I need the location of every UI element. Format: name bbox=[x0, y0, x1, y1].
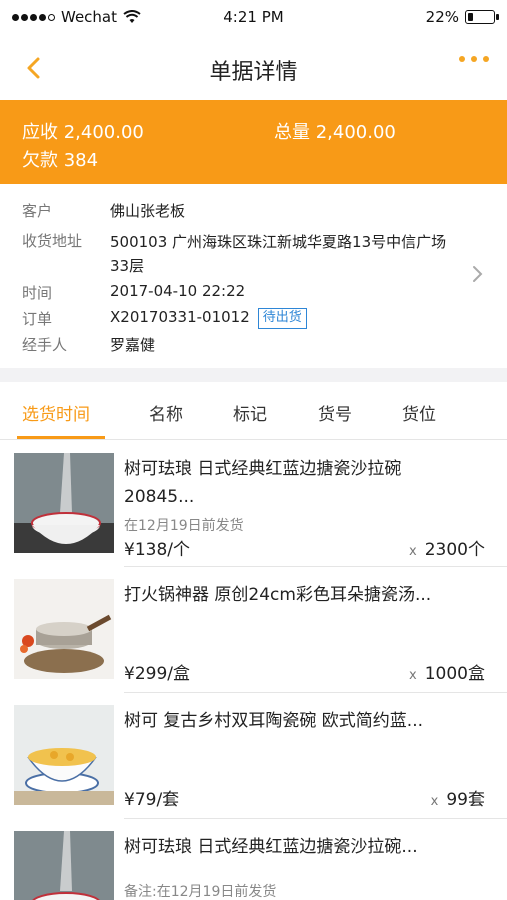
product-quantity: x 2300个 bbox=[409, 535, 485, 560]
time-row: 时间 2017-04-10 22:22 bbox=[22, 282, 245, 303]
address-label: 收货地址 bbox=[22, 232, 83, 250]
total-quantity: 总量 2,400.00 bbox=[274, 122, 396, 143]
product-name: 树可珐琅 日式经典红蓝边搪瓷沙拉碗 20845... bbox=[124, 459, 402, 507]
product-name: 打火锅神器 原创24cm彩色耳朵搪瓷汤... bbox=[124, 585, 432, 605]
address-row: 收货地址 500103 广州海珠区珠江新城华夏路13号中信广场33层 bbox=[22, 230, 450, 278]
time-value: 2017-04-10 22:22 bbox=[110, 282, 246, 300]
tab-item-number[interactable]: 货号 bbox=[318, 400, 352, 425]
order-info-card[interactable]: 客户 佛山张老板 收货地址 500103 广州海珠区珠江新城华夏路13号中信广场… bbox=[0, 184, 507, 368]
product-price: ¥79/套 bbox=[124, 790, 180, 810]
customer-value: 佛山张老板 bbox=[110, 202, 186, 220]
tab-name[interactable]: 名称 bbox=[149, 400, 183, 425]
amount-summary: 应收 2,400.00 总量 2,400.00 欠款 384 bbox=[0, 100, 507, 184]
quantity-multiplier: x bbox=[430, 794, 439, 809]
page-title: 单据详情 bbox=[209, 60, 298, 85]
sort-tabs: 选货时间 名称 标记 货号 货位 bbox=[0, 382, 507, 440]
owed-amount: 欠款 384 bbox=[22, 150, 99, 171]
product-item[interactable]: 打火锅神器 原创24cm彩色耳朵搪瓷汤... ¥299/盒 x 1000盒 bbox=[0, 567, 507, 693]
address-value: 500103 广州海珠区珠江新城华夏路13号中信广场33层 bbox=[110, 233, 447, 275]
time-label: 时间 bbox=[22, 284, 53, 302]
product-name: 树可 复古乡村双耳陶瓷碗 欧式简约蓝... bbox=[124, 711, 424, 731]
quantity-multiplier: x bbox=[409, 668, 417, 683]
order-status-badge: 待出货 bbox=[257, 308, 307, 329]
order-number: X20170331-01012 bbox=[110, 308, 250, 326]
tab-mark[interactable]: 标记 bbox=[233, 400, 267, 425]
tab-location[interactable]: 货位 bbox=[402, 400, 436, 425]
active-tab-indicator bbox=[17, 436, 105, 439]
product-note: 在12月19日前发货 bbox=[124, 518, 244, 534]
product-item[interactable]: 树可珐琅 日式经典红蓝边搪瓷沙拉碗... 备注:在12月19日前发货 bbox=[0, 819, 507, 900]
chevron-right-icon bbox=[473, 266, 483, 282]
battery-percent: 22% bbox=[425, 8, 459, 26]
quantity-multiplier: x bbox=[409, 544, 417, 559]
handler-label: 经手人 bbox=[22, 336, 68, 354]
customer-label: 客户 bbox=[22, 202, 53, 220]
more-dots-icon[interactable] bbox=[459, 56, 489, 62]
product-item[interactable]: 树可 复古乡村双耳陶瓷碗 欧式简约蓝... ¥79/套 x 99套 bbox=[0, 693, 507, 819]
product-price: ¥138/个 bbox=[124, 540, 190, 560]
battery-status: 22% bbox=[425, 8, 499, 26]
quantity-value: 99套 bbox=[446, 790, 485, 810]
handler-row: 经手人 罗嘉健 bbox=[22, 334, 155, 355]
tab-select-time[interactable]: 选货时间 bbox=[22, 400, 90, 425]
quantity-value: 1000盒 bbox=[424, 664, 485, 684]
quantity-value: 2300个 bbox=[424, 540, 485, 560]
handler-value: 罗嘉健 bbox=[110, 336, 156, 354]
receivable-amount: 应收 2,400.00 bbox=[22, 122, 144, 143]
product-quantity: x 99套 bbox=[431, 785, 485, 810]
product-image bbox=[14, 579, 114, 679]
product-price: ¥299/盒 bbox=[124, 664, 190, 684]
product-image bbox=[14, 831, 114, 900]
battery-icon bbox=[465, 10, 499, 24]
product-image bbox=[14, 705, 114, 805]
product-note: 备注:在12月19日前发货 bbox=[124, 884, 277, 900]
product-quantity: x 1000盒 bbox=[409, 659, 485, 684]
customer-row: 客户 佛山张老板 bbox=[22, 200, 185, 221]
order-label: 订单 bbox=[22, 310, 53, 328]
product-image bbox=[14, 453, 114, 553]
product-name: 树可珐琅 日式经典红蓝边搪瓷沙拉碗... bbox=[124, 837, 418, 857]
status-bar: Wechat 4:21 PM 22% bbox=[0, 0, 507, 36]
navigation-bar: 单据详情 bbox=[0, 36, 507, 100]
product-item[interactable]: 树可珐琅 日式经典红蓝边搪瓷沙拉碗 20845... 在12月19日前发货 ¥1… bbox=[0, 441, 507, 567]
section-divider bbox=[0, 368, 507, 382]
order-row: 订单 X20170331-01012 待出货 bbox=[22, 308, 307, 329]
